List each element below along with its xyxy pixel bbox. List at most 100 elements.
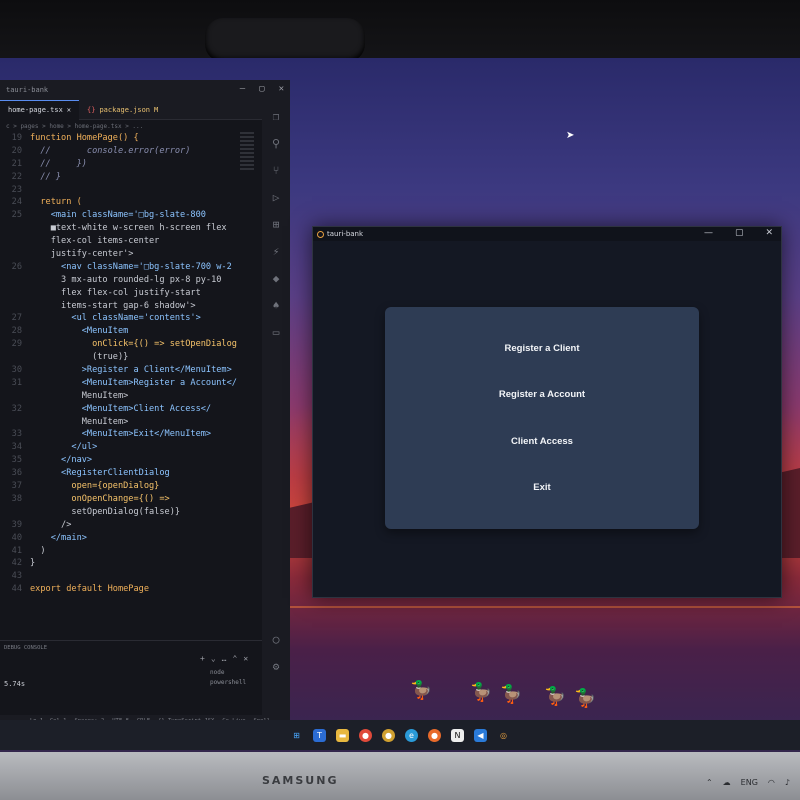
language-indicator[interactable]: ENG <box>741 778 758 787</box>
close-icon[interactable]: ✕ <box>765 228 773 238</box>
code-line[interactable]: 39 /> <box>0 519 262 532</box>
breadcrumb[interactable]: c > pages > home > home-page.tsx > ... <box>0 120 290 132</box>
files-icon[interactable]: ❐ <box>273 110 280 123</box>
terminal-item[interactable]: powershell <box>210 678 246 688</box>
code-text: flex-col items-center <box>30 236 160 247</box>
code-line[interactable]: setOpenDialog(false)} <box>0 506 262 519</box>
line-number: 43 <box>11 571 22 582</box>
close-icon[interactable]: ✕ <box>243 654 248 663</box>
line-number: 39 <box>11 519 22 530</box>
chevron-down-icon[interactable]: ⌄ <box>211 654 216 663</box>
code-line[interactable]: (true)} <box>0 351 262 364</box>
code-line[interactable]: 29 onClick={() => setOpenDialog <box>0 338 262 351</box>
leaf-icon[interactable]: ♠ <box>273 299 280 312</box>
maximize-icon[interactable]: ▢ <box>735 228 744 238</box>
code-line[interactable]: 34 </ul> <box>0 441 262 454</box>
chevron-up-icon[interactable]: ⌃ <box>706 778 713 787</box>
register-client-button[interactable]: Register a Client <box>505 343 580 354</box>
code-line[interactable]: 37 open={openDialog} <box>0 480 262 493</box>
volume-icon[interactable]: ♪ <box>785 778 790 787</box>
code-text: onOpenChange={() => <box>30 493 170 504</box>
code-line[interactable]: items-start gap-6 shadow'> <box>0 300 262 313</box>
line-number: 42 <box>11 558 22 569</box>
chevron-up-icon[interactable]: ⌃ <box>232 654 237 663</box>
lightning-icon[interactable]: ⚡ <box>273 245 280 258</box>
cloud-icon[interactable]: ☁ <box>723 778 731 787</box>
terminal-item[interactable]: node <box>210 668 246 678</box>
terminal-controls: + ⌄ … ⌃ ✕ <box>200 654 248 663</box>
notion-icon[interactable]: N <box>451 728 464 742</box>
code-line[interactable]: justify-center'> <box>0 248 262 261</box>
code-line[interactable]: flex-col items-center <box>0 235 262 248</box>
chat-icon[interactable]: ▭ <box>273 326 280 339</box>
docker-icon[interactable]: ◆ <box>273 272 280 285</box>
code-line[interactable]: 43 <box>0 570 262 583</box>
code-text: ■text-white w-screen h-screen flex <box>30 223 227 234</box>
client-access-button[interactable]: Client Access <box>511 436 573 447</box>
close-icon[interactable]: ✕ <box>67 106 71 114</box>
teams-icon[interactable]: T <box>313 728 326 742</box>
code-line[interactable]: 3 mx-auto rounded-lg px-8 py-10 <box>0 274 262 287</box>
code-line[interactable]: 20 // console.error(error) <box>0 145 262 158</box>
minimize-icon[interactable]: — <box>704 228 713 238</box>
code-line[interactable]: 38 onOpenChange={() => <box>0 493 262 506</box>
debug-icon[interactable]: ▷ <box>273 191 280 204</box>
wifi-icon[interactable]: ◠ <box>768 778 775 787</box>
file-explorer-icon[interactable]: ▬ <box>336 728 349 742</box>
code-text: justify-center'> <box>30 249 134 260</box>
code-line[interactable]: 23 <box>0 184 262 197</box>
maximize-icon[interactable]: ▢ <box>259 84 264 94</box>
tab-package-json[interactable]: {} package.json M <box>79 100 166 120</box>
code-line[interactable]: MenuItem> <box>0 416 262 429</box>
code-line[interactable]: 40 </main> <box>0 532 262 545</box>
panel-header[interactable]: DEBUG CONSOLE <box>0 640 262 654</box>
gear-icon[interactable]: ⚙ <box>273 660 280 673</box>
search-icon[interactable]: ⚲ <box>272 137 280 150</box>
line-number: 34 <box>11 442 22 453</box>
tab-home-page[interactable]: home-page.tsx ✕ <box>0 99 80 120</box>
code-line[interactable]: 44 export default HomePage <box>0 583 262 596</box>
code-line[interactable]: 30 >Register a Client</MenuItem> <box>0 364 262 377</box>
edge-icon[interactable]: e <box>405 728 418 742</box>
windows-start-icon[interactable]: ⊞ <box>290 729 303 742</box>
vscode-window: tauri-bank — ▢ ✕ home-page.tsx ✕ {} pack… <box>0 80 290 735</box>
code-line[interactable]: 28 <MenuItem <box>0 325 262 338</box>
minimize-icon[interactable]: — <box>240 84 245 94</box>
close-icon[interactable]: ✕ <box>279 84 284 94</box>
monitor-bezel-bottom <box>0 752 800 800</box>
exit-button[interactable]: Exit <box>533 482 550 493</box>
code-text: /> <box>30 519 72 530</box>
code-text: <RegisterClientDialog <box>30 468 170 479</box>
code-line[interactable]: 19 function HomePage() { <box>0 132 262 145</box>
code-editor[interactable]: 19 function HomePage() {20 // console.err… <box>0 132 262 652</box>
source-control-icon[interactable]: ⑂ <box>273 164 280 177</box>
chrome-icon[interactable]: ● <box>359 728 372 742</box>
code-line[interactable]: flex flex-col justify-start <box>0 287 262 300</box>
code-line[interactable]: 33 <MenuItem>Exit</MenuItem> <box>0 428 262 441</box>
code-line[interactable]: MenuItem> <box>0 390 262 403</box>
register-account-button[interactable]: Register a Account <box>499 389 585 400</box>
add-terminal-icon[interactable]: + <box>200 654 205 663</box>
code-line[interactable]: 36 <RegisterClientDialog <box>0 467 262 480</box>
minimap[interactable] <box>240 132 254 172</box>
code-line[interactable]: 41 ) <box>0 545 262 558</box>
vscode-icon[interactable]: ◀ <box>474 728 487 742</box>
code-line[interactable]: ■text-white w-screen h-screen flex <box>0 222 262 235</box>
extensions-icon[interactable]: ⊞ <box>273 218 280 231</box>
code-text: } <box>30 558 36 569</box>
code-line[interactable]: 35 </nav> <box>0 454 262 467</box>
tauri-taskbar-icon[interactable]: ◎ <box>497 729 510 742</box>
code-line[interactable]: 32 <MenuItem>Client Access</ <box>0 403 262 416</box>
code-line[interactable]: 21 // }) <box>0 158 262 171</box>
account-icon[interactable]: ◯ <box>273 633 280 646</box>
code-line[interactable]: 25 <main className='□bg-slate-800 <box>0 209 262 222</box>
code-line[interactable]: 26 <nav className='□bg-slate-700 w-2 <box>0 261 262 274</box>
firefox-icon[interactable]: ● <box>428 728 441 742</box>
code-line[interactable]: 27 <ul className='contents'> <box>0 312 262 325</box>
chrome-canary-icon[interactable]: ● <box>382 728 395 742</box>
code-line[interactable]: 22 // } <box>0 171 262 184</box>
code-line[interactable]: 24 return ( <box>0 196 262 209</box>
more-icon[interactable]: … <box>222 654 227 663</box>
code-line[interactable]: 31 <MenuItem>Register a Account</ <box>0 377 262 390</box>
code-line[interactable]: 42} <box>0 557 262 570</box>
